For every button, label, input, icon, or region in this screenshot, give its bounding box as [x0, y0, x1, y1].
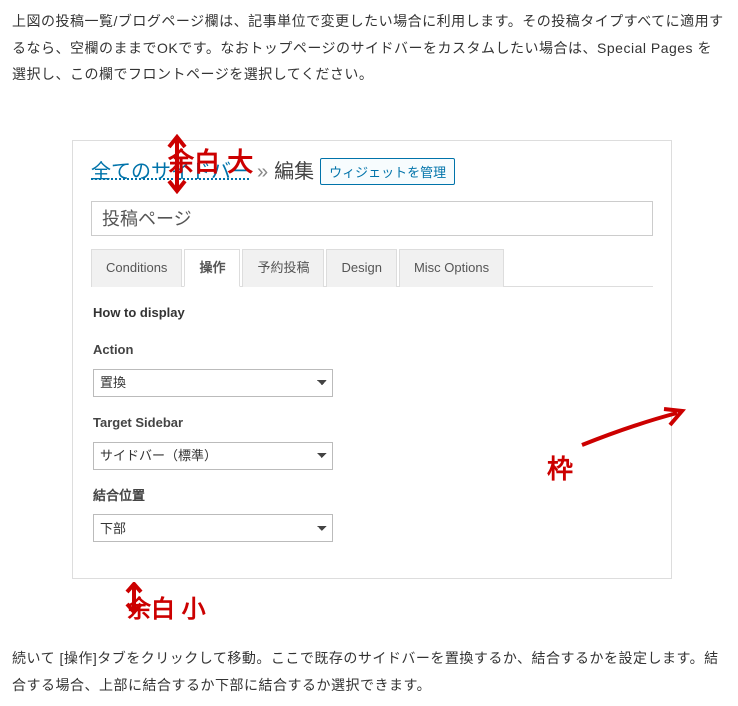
merge-select[interactable]: 下部 [93, 514, 333, 542]
tab-misc[interactable]: Misc Options [399, 249, 504, 288]
settings-panel: 全てのサイドバー » 編集 ウィジェットを管理 Conditions 操作 予約… [72, 140, 672, 579]
tab-design[interactable]: Design [326, 249, 396, 288]
frame-arrow [572, 405, 692, 455]
tab-handle[interactable]: 操作 [184, 249, 240, 288]
annot-margin-large: 余白 大 [168, 138, 253, 187]
manage-widgets-button[interactable]: ウィジェットを管理 [320, 158, 455, 185]
action-label: Action [93, 338, 651, 363]
breadcrumb-sep: » [257, 153, 268, 191]
action-select[interactable]: 置換 [93, 369, 333, 397]
annot-frame: 枠 [547, 445, 573, 494]
outro-text: 続いて [操作]タブをクリックして移動。ここで既存のサイドバーを置換するか、結合… [12, 645, 726, 698]
tab-list: Conditions 操作 予約投稿 Design Misc Options [91, 248, 653, 288]
form-area: How to display Action 置換 Target Sidebar … [91, 287, 653, 560]
intro-text: 上図の投稿一覧/ブログページ欄は、記事単位で変更したい場合に利用します。その投稿… [12, 8, 726, 88]
tab-schedule[interactable]: 予約投稿 [242, 249, 324, 288]
target-select[interactable]: サイドバー（標準） [93, 442, 333, 470]
breadcrumb-current: 編集 [274, 153, 314, 191]
screenshot-figure: 余白 大 全てのサイドバー » 編集 ウィジェットを管理 Conditions … [12, 140, 726, 579]
section-title: How to display [93, 301, 651, 326]
tab-conditions[interactable]: Conditions [91, 249, 182, 288]
title-input[interactable] [91, 201, 653, 236]
annot-margin-small: 余白 小 [127, 587, 206, 633]
target-label: Target Sidebar [93, 411, 651, 436]
